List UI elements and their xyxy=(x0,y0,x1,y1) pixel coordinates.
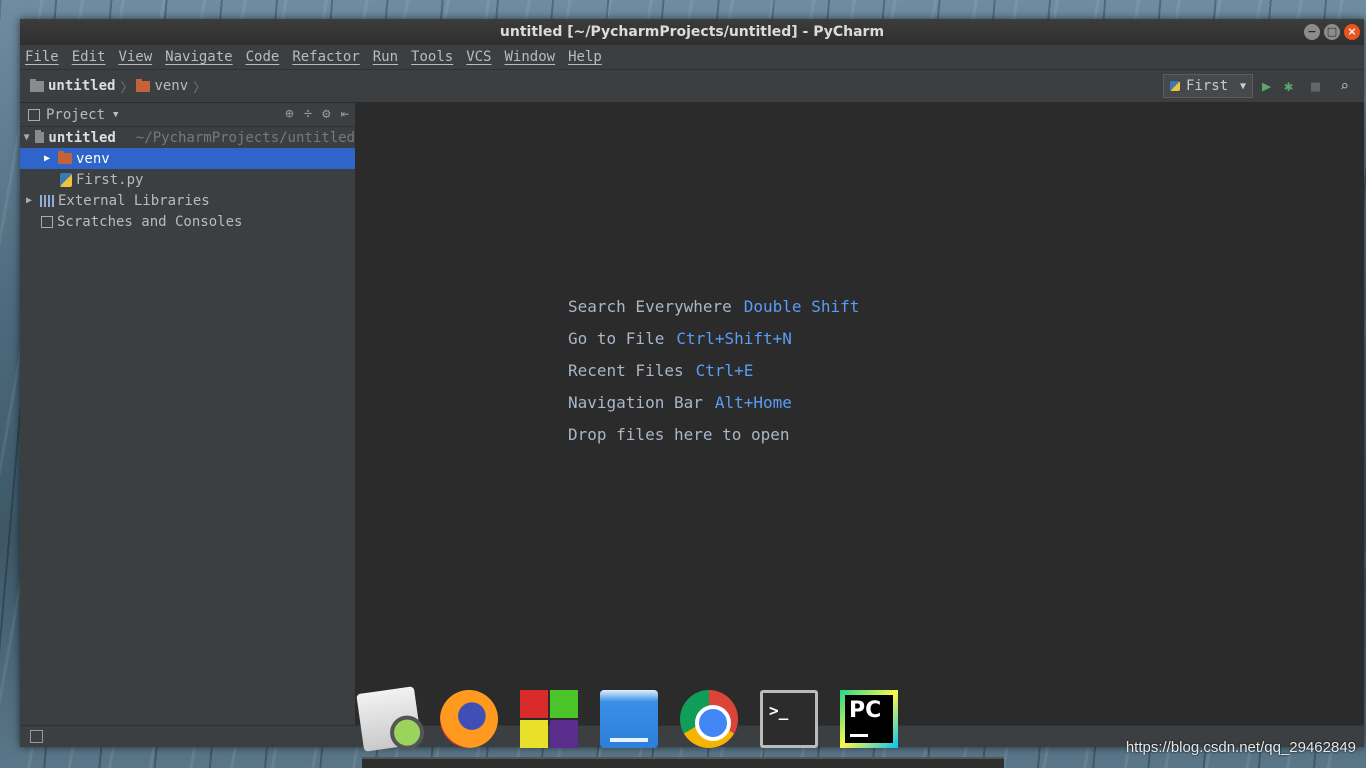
menu-run[interactable]: Run xyxy=(373,49,398,65)
pycharm-icon[interactable]: PC xyxy=(840,690,898,748)
editor-empty-hints: Search Everywhere Double Shift Go to File… xyxy=(568,291,859,451)
tree-item-label: venv xyxy=(76,150,110,167)
menu-window[interactable]: Window xyxy=(505,49,556,65)
tree-item-label: First.py xyxy=(76,171,144,188)
project-tool-window: Project ▼ ⊕ ÷ ⚙ ⇤ ▼ untitled ~/PycharmPr… xyxy=(20,103,355,725)
tree-item-untitled[interactable]: ▼ untitled ~/PycharmProjects/untitled xyxy=(20,127,355,148)
terminal-icon[interactable]: >_ xyxy=(760,690,818,748)
project-panel-header[interactable]: Project ▼ ⊕ ÷ ⚙ ⇤ xyxy=(20,103,355,127)
breadcrumb-untitled[interactable]: untitled 〉 xyxy=(30,77,136,96)
image-viewer-icon[interactable] xyxy=(356,686,422,752)
firefox-icon[interactable] xyxy=(440,690,498,748)
menu-refactor[interactable]: Refactor xyxy=(292,49,359,65)
expand-arrow-icon[interactable]: ▶ xyxy=(22,195,36,206)
menu-navigate[interactable]: Navigate xyxy=(165,49,232,65)
minimize-button[interactable]: − xyxy=(1304,24,1320,40)
taskbar-strip xyxy=(362,757,1004,768)
locate-icon[interactable]: ⊕ xyxy=(285,106,293,122)
breadcrumb-separator-icon: 〉 xyxy=(193,80,207,96)
window-title: untitled [~/PycharmProjects/untitled] - … xyxy=(499,24,885,40)
breadcrumb-venv[interactable]: venv 〉 xyxy=(136,77,209,96)
stop-icon[interactable]: ■ xyxy=(1311,78,1320,94)
chevron-down-icon[interactable]: ▼ xyxy=(113,110,118,120)
tree-item-external-libraries[interactable]: ▶ External Libraries xyxy=(20,190,355,211)
folder-icon xyxy=(35,130,45,143)
watermark-url: https://blog.csdn.net/qq_29462849 xyxy=(1125,739,1356,756)
hint-search-everywhere: Search Everywhere Double Shift xyxy=(568,297,860,316)
expand-arrow-icon[interactable]: ▼ xyxy=(22,132,31,143)
debug-icon[interactable]: ✱ xyxy=(1284,78,1293,94)
close-button[interactable]: × xyxy=(1344,24,1360,40)
tree-item-label: Scratches and Consoles xyxy=(57,213,243,230)
search-icon[interactable]: ⌕ xyxy=(1340,78,1349,94)
folder-icon xyxy=(30,78,44,92)
collapse-all-icon[interactable]: ÷ xyxy=(304,106,312,122)
run-configuration-select[interactable]: First ▼ xyxy=(1163,74,1253,98)
run-configuration-label: First xyxy=(1186,78,1229,94)
hint-go-to-file: Go to File Ctrl+Shift+N xyxy=(568,329,792,348)
project-view-icon xyxy=(28,108,40,121)
tree-item-venv[interactable]: ▶ venv xyxy=(20,148,355,169)
title-bar[interactable]: untitled [~/PycharmProjects/untitled] - … xyxy=(20,19,1364,45)
scratches-icon xyxy=(41,215,53,228)
libraries-icon xyxy=(40,194,54,207)
tree-item-first-py[interactable]: First.py xyxy=(20,169,355,190)
venv-folder-icon xyxy=(58,151,72,164)
menu-view[interactable]: View xyxy=(118,49,152,65)
run-icon[interactable]: ▶ xyxy=(1262,78,1271,94)
tool-windows-icon[interactable] xyxy=(30,730,43,743)
pycharm-window: untitled [~/PycharmProjects/untitled] - … xyxy=(20,19,1364,747)
hide-panel-icon[interactable]: ⇤ xyxy=(341,106,349,122)
breadcrumb-label: untitled xyxy=(48,78,116,94)
hint-drop-files: Drop files here to open xyxy=(568,425,790,444)
chevron-down-icon: ▼ xyxy=(1239,80,1246,92)
breadcrumb-separator-icon: 〉 xyxy=(120,80,134,96)
tree-item-label: untitled xyxy=(48,129,116,146)
editor-area[interactable]: Search Everywhere Double Shift Go to File… xyxy=(355,103,1364,725)
tree-item-path: ~/PycharmProjects/untitled xyxy=(135,129,355,146)
menu-tools[interactable]: Tools xyxy=(411,49,453,65)
menu-code[interactable]: Code xyxy=(246,49,280,65)
tree-item-scratches[interactable]: Scratches and Consoles xyxy=(20,211,355,232)
menu-edit[interactable]: Edit xyxy=(72,49,106,65)
settings-gear-icon[interactable]: ⚙ xyxy=(322,106,330,122)
menu-help[interactable]: Help xyxy=(568,49,602,65)
tree-item-label: External Libraries xyxy=(58,192,210,209)
menu-bar: File Edit View Navigate Code Refactor Ru… xyxy=(20,45,1364,70)
dock: >_ PC xyxy=(356,684,898,754)
breadcrumb-label: venv xyxy=(154,78,189,94)
menu-vcs[interactable]: VCS xyxy=(466,49,491,65)
navigation-bar: untitled 〉 venv 〉 First ▼ ▶ ✱ ■ ⌕ xyxy=(20,70,1364,103)
menu-file[interactable]: File xyxy=(25,49,59,65)
expand-arrow-icon[interactable]: ▶ xyxy=(40,153,54,164)
python-icon xyxy=(1170,81,1180,91)
project-panel-title: Project xyxy=(46,106,106,123)
chrome-icon[interactable] xyxy=(680,690,738,748)
virtualbox-icon[interactable] xyxy=(520,690,578,748)
hint-navigation-bar: Navigation Bar Alt+Home xyxy=(568,393,792,412)
maximize-button[interactable]: □ xyxy=(1324,24,1340,40)
venv-folder-icon xyxy=(136,78,151,92)
files-icon[interactable] xyxy=(600,690,658,748)
python-file-icon xyxy=(60,172,72,187)
project-tree: ▼ untitled ~/PycharmProjects/untitled ▶ … xyxy=(20,127,355,232)
hint-recent-files: Recent Files Ctrl+E xyxy=(568,361,754,380)
